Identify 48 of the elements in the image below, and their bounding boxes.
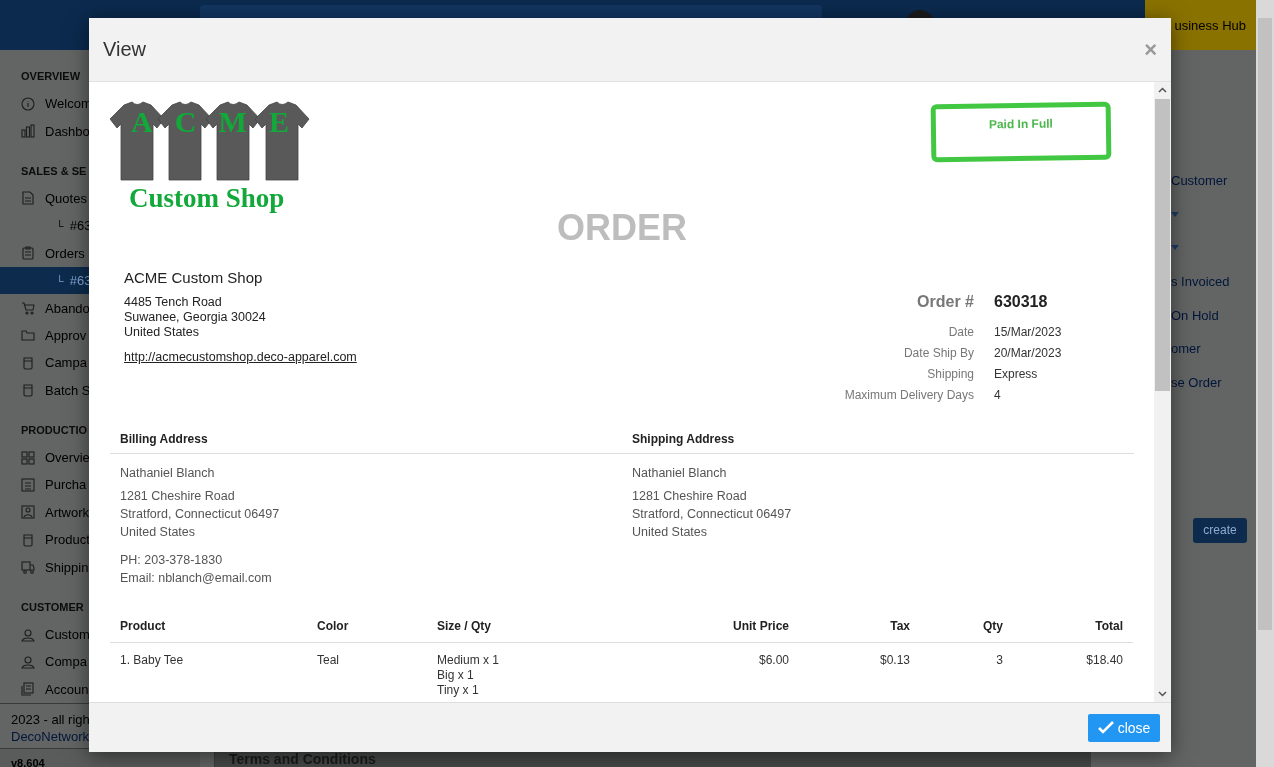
address-heading: Billing Address	[110, 431, 622, 454]
copyright-text: 2023 - all righ	[11, 711, 91, 729]
street-address: 1281 Cheshire Road Stratford, Connecticut 06497 United States	[632, 488, 793, 541]
contact-details: PH: 203-378-1830 Email: nblanch@email.com	[120, 552, 273, 587]
logo-letter: A	[131, 106, 153, 138]
detail-value: 4	[994, 388, 1001, 402]
column-header: Unit Price	[667, 618, 799, 643]
detail-value: 15/Mar/2023	[994, 325, 1062, 339]
logo-name: Custom Shop	[129, 185, 286, 211]
order-number-label: Order #	[916, 292, 974, 312]
sidebar-heading: PRODUCTIO	[21, 423, 87, 436]
document-heading: ORDER	[556, 210, 688, 246]
detail-label: Shipping	[927, 367, 974, 381]
company-address: 4485 Tench Road Suwanee, Georgia 30024 United States	[124, 295, 267, 340]
sidebar-heading: CUSTOMER	[21, 600, 84, 613]
contact-name: Nathaniel Blanch	[632, 465, 728, 481]
table-cell-text: $18.40	[1085, 651, 1124, 669]
column-header: Color	[307, 618, 427, 643]
detail-value: Express	[994, 367, 1038, 381]
address-heading: Shipping Address	[622, 431, 1134, 454]
table-cell-text: $6.00	[757, 651, 790, 669]
logo-letter: M	[218, 106, 247, 138]
paid-stamp: Paid In Full	[930, 101, 1112, 163]
company-name: ACME Custom Shop	[124, 268, 264, 288]
logo-letter: E	[268, 106, 289, 138]
table-cell-text: 3	[995, 651, 1004, 669]
sidebar-heading: OVERVIEW	[21, 70, 81, 82]
column-header: Product	[110, 618, 307, 643]
column-header: Qty	[920, 618, 1013, 643]
detail-value: 20/Mar/2023	[994, 346, 1062, 360]
column-header: Size / Qty	[427, 618, 667, 643]
tree-branch-icon: └	[56, 219, 64, 232]
detail-label: Date Ship By	[903, 346, 974, 360]
column-header: Tax	[799, 618, 920, 643]
order-number: 630318	[994, 292, 1049, 312]
table-cell-text: Medium x 1 Big x 1 Tiny x 1	[436, 651, 501, 698]
table-cell-text: 1. Baby Tee	[119, 651, 185, 669]
table-cell-text: Teal	[316, 651, 340, 669]
table-cell-text: $0.13	[878, 651, 911, 669]
column-header: Total	[1013, 618, 1133, 643]
detail-label: Date	[948, 325, 974, 339]
tree-branch-icon: └	[56, 274, 64, 287]
logo-letter: C	[174, 106, 197, 138]
sidebar-heading: SALES & SE	[21, 164, 87, 177]
detail-label: Maximum Delivery Days	[844, 388, 974, 402]
contact-name: Nathaniel Blanch	[120, 465, 216, 481]
dialog-title: View	[103, 38, 146, 61]
street-address: 1281 Cheshire Road Stratford, Connecticut 06497 United States	[120, 488, 281, 541]
